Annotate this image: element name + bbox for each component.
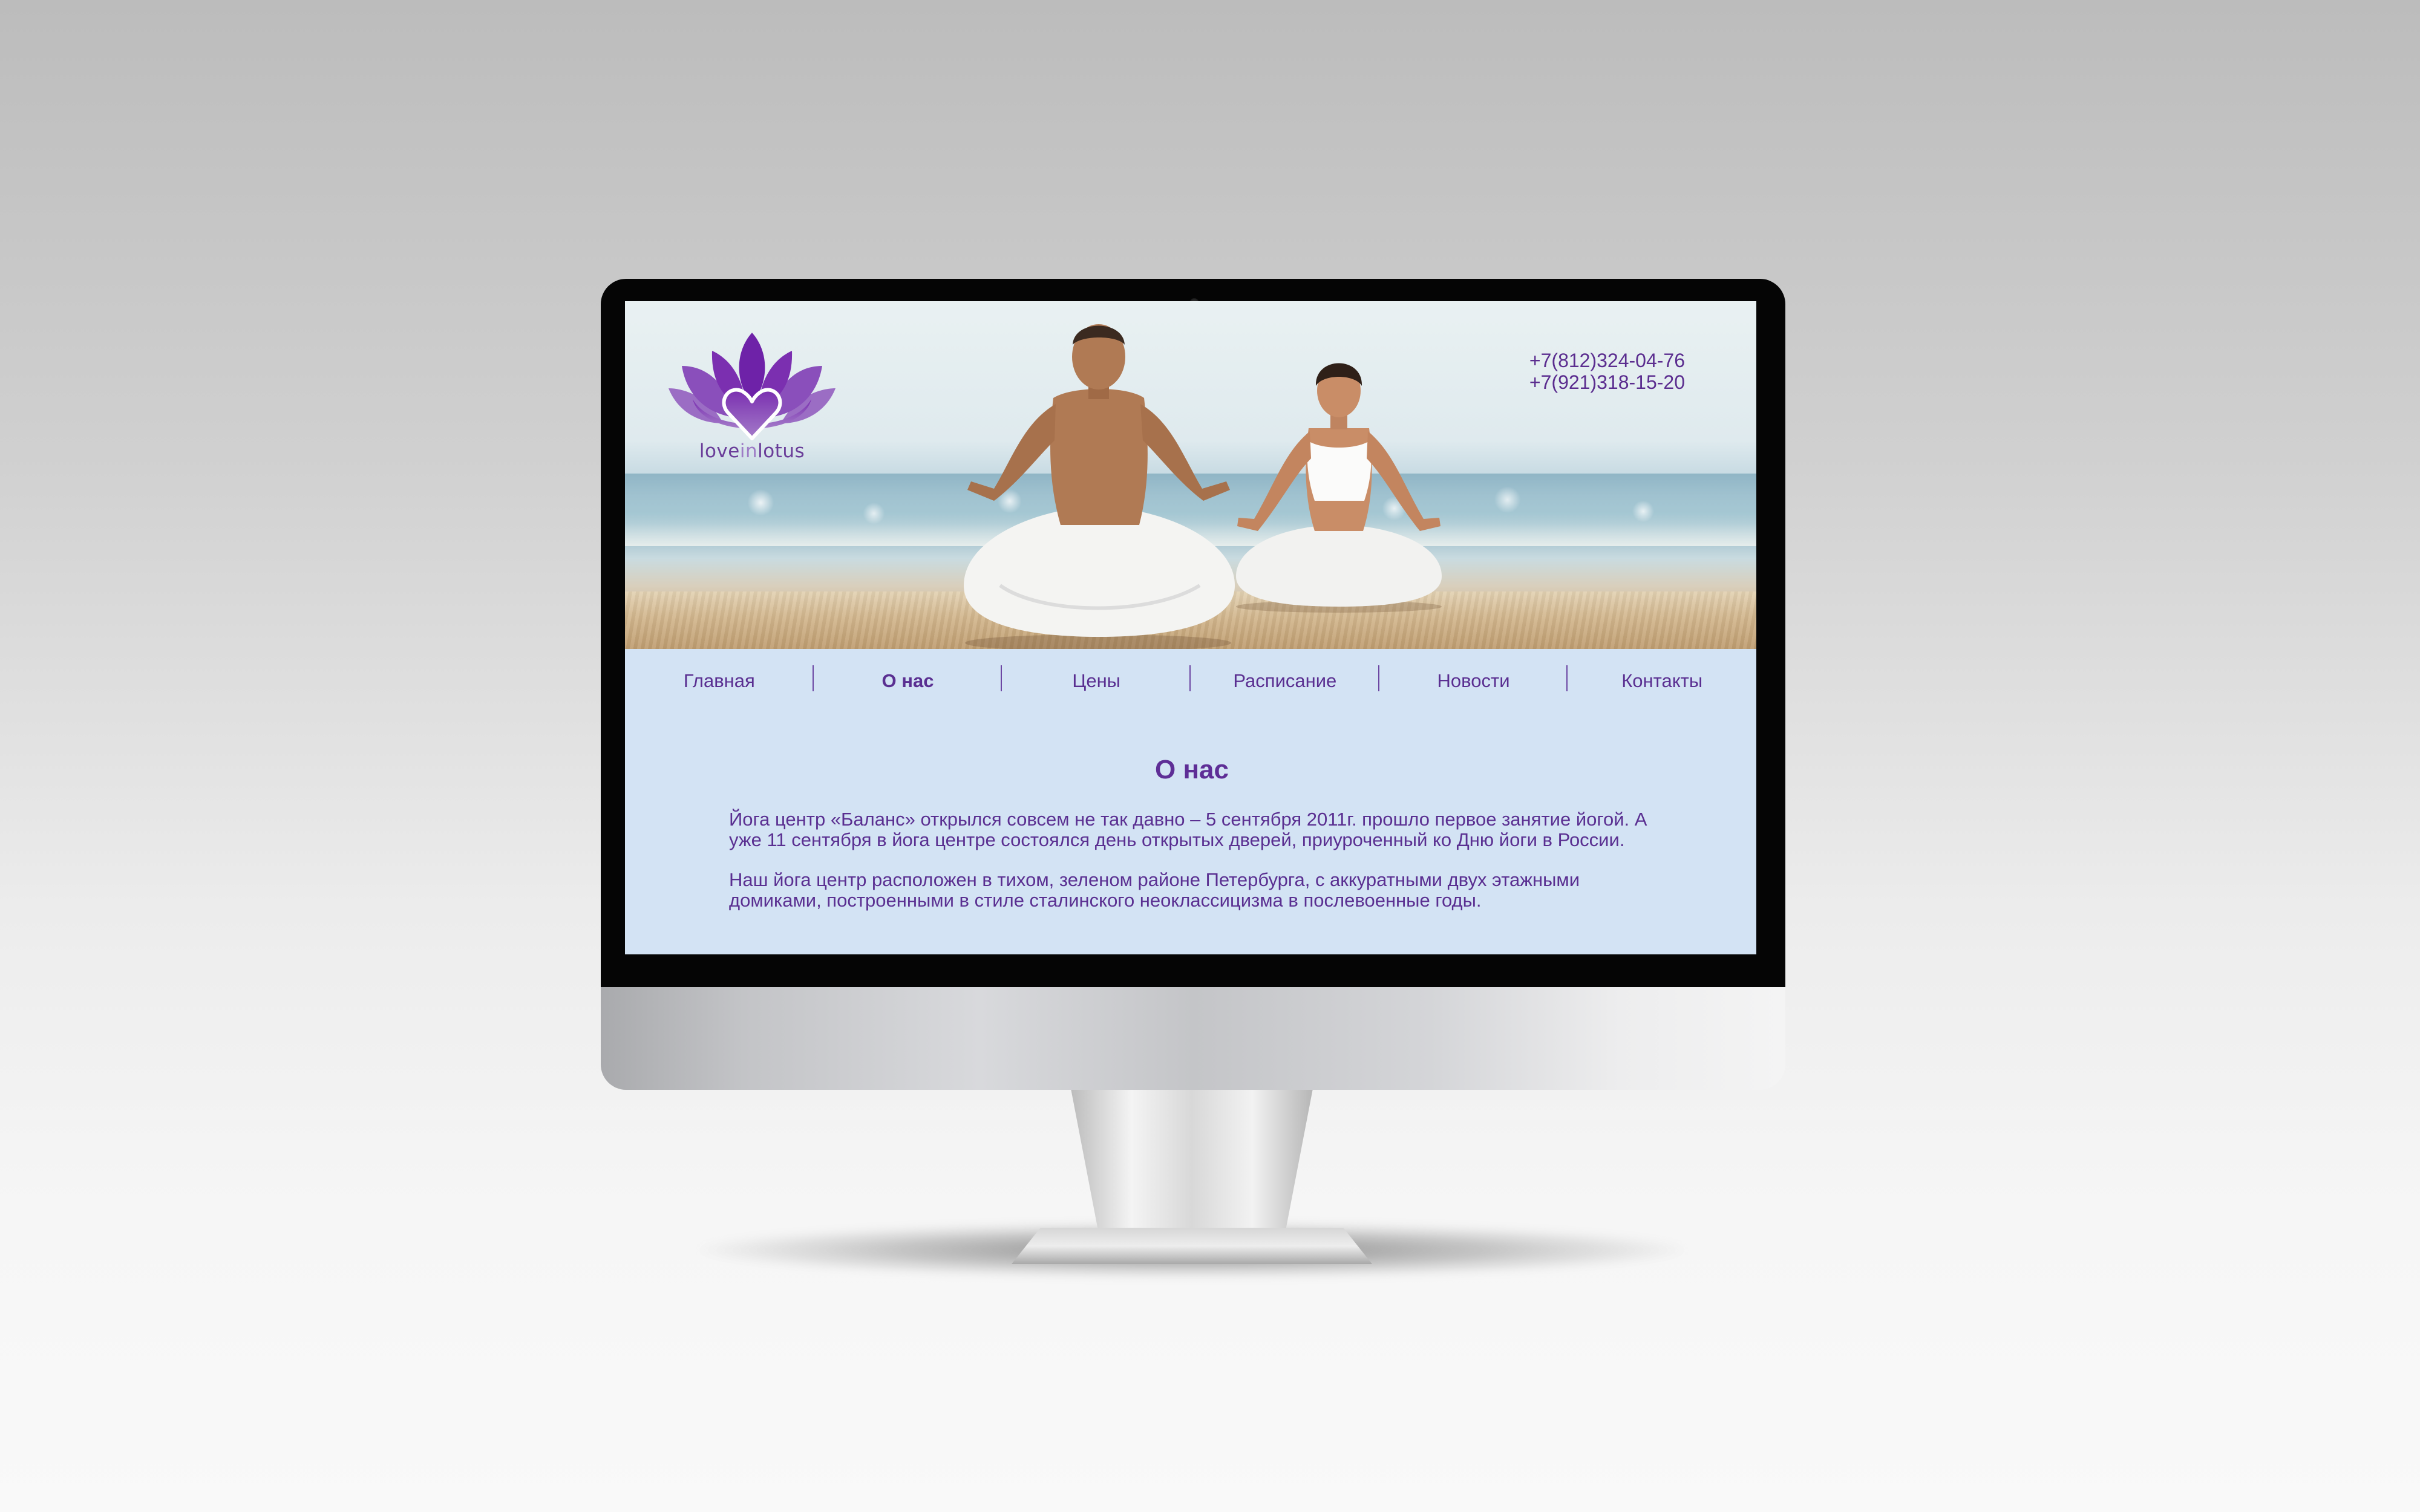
logo-wordmark-in: in [739, 440, 758, 462]
page-title: О нас [1155, 755, 1229, 784]
meditating-woman [1236, 363, 1442, 613]
lotus-heart-icon [669, 333, 836, 440]
nav-item-schedule[interactable]: Расписание [1191, 649, 1379, 712]
contact-phones: +7(812)324-04-76 +7(921)318-15-20 [1529, 350, 1685, 393]
nav-item-prices[interactable]: Цены [1002, 649, 1191, 712]
logo-wordmark: loveinlotus [669, 440, 836, 462]
nav-item-news[interactable]: Новости [1379, 649, 1568, 712]
nav-item-about[interactable]: О нас [814, 649, 1002, 712]
monitor-screen: loveinlotus +7(812)324-04-76 +7(921)318-… [625, 301, 1756, 954]
nav-item-contacts[interactable]: Контакты [1568, 649, 1756, 712]
phone-number-2[interactable]: +7(921)318-15-20 [1529, 371, 1685, 393]
monitor-stand-neck [1071, 1089, 1313, 1240]
about-paragraph-1: Йога центр «Баланс» открылся совсем не т… [729, 809, 1647, 850]
main-navigation: Главная О нас Цены Расписание Новости Ко… [625, 649, 1756, 712]
about-paragraph-2: Наш йога центр расположен в тихом, зелен… [729, 869, 1580, 911]
about-content: О нас Йога центр «Баланс» открылся совсе… [729, 755, 1655, 930]
hero-banner: loveinlotus +7(812)324-04-76 +7(921)318-… [625, 301, 1756, 649]
monitor-stand-foot [1012, 1228, 1372, 1264]
logo-wordmark-love: love [699, 440, 740, 462]
site-logo[interactable]: loveinlotus [669, 333, 836, 466]
phone-number-1[interactable]: +7(812)324-04-76 [1529, 350, 1685, 371]
nav-item-home[interactable]: Главная [625, 649, 814, 712]
logo-wordmark-lotus: lotus [757, 440, 805, 462]
meditating-man [964, 324, 1235, 649]
